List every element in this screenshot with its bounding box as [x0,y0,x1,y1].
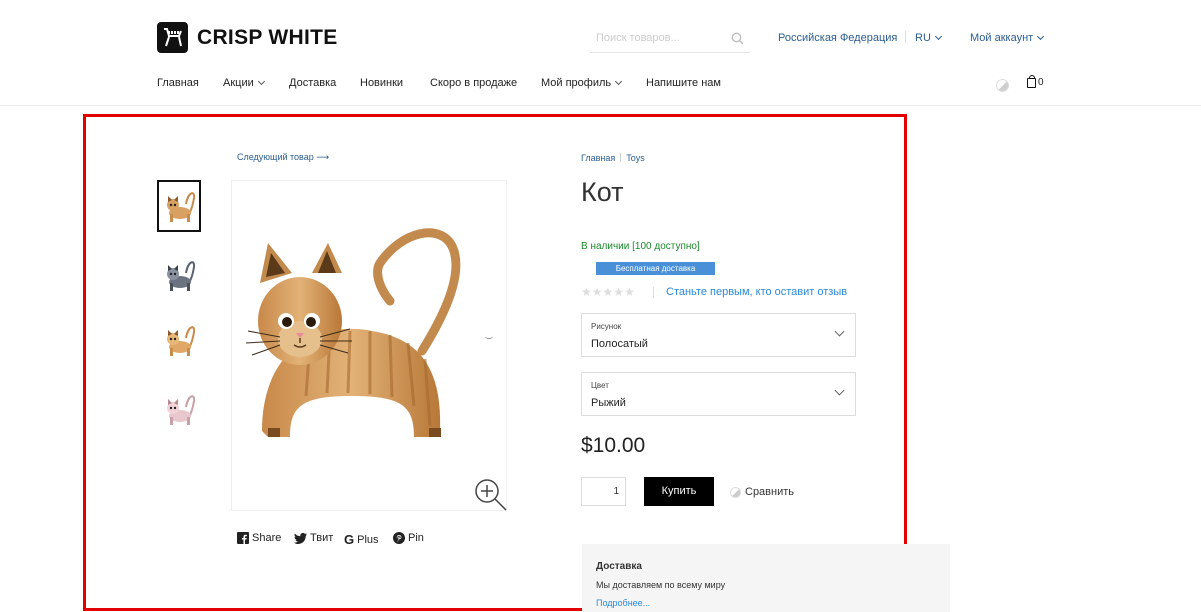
pattern-select[interactable]: Рисунок Полосатый [581,313,856,357]
thumbnail-3[interactable] [157,314,201,366]
cat-ginger-image [167,192,196,222]
cart-button[interactable]: 0 [1027,74,1044,88]
cat-illustration [245,228,461,437]
arrow-right-icon: ⟶ [316,152,330,162]
chevron-down-icon [834,326,845,337]
share-googleplus-button[interactable]: G Plus [344,532,379,547]
account-menu[interactable]: Мой аккаунт [970,32,1045,44]
select-label: Рисунок [591,322,622,331]
google-plus-icon: G [344,532,355,547]
logo[interactable]: CRISP WHITE [157,22,338,53]
nav-item-home[interactable]: Главная [157,77,199,89]
nav-label: Акции [223,77,254,89]
account-label: Мой аккаунт [970,32,1034,44]
delivery-info: Доставка Мы доставляем по всему миру Под… [582,544,950,612]
logo-icon [157,22,188,53]
cat-pink-image [167,395,196,425]
breadcrumb-category[interactable]: Toys [626,153,645,163]
divider [620,153,622,162]
pinterest-icon [393,532,405,544]
thumbnail-2[interactable] [157,249,201,301]
star-icon: ★ [613,285,625,299]
share-twitter-button[interactable]: Твит [294,532,333,544]
language-label: RU [915,32,931,44]
breadcrumb: Главная Toys [581,152,645,163]
star-icon: ★ [591,285,603,299]
region-selector[interactable]: Российская Федерация [778,32,897,44]
share-label: Plus [357,533,379,546]
compare-toggle-icon[interactable] [996,79,1009,92]
select-value: Рыжий [591,397,626,409]
nav-item-new[interactable]: Новинки [360,77,403,89]
compare-icon [730,486,741,498]
divider [653,287,654,298]
nav-item-profile[interactable]: Мой профиль [541,77,623,89]
chevron-down-icon [1037,32,1045,41]
chevron-down-icon [934,32,942,41]
thumbnail-1[interactable] [157,180,201,232]
chevron-down-icon [257,77,265,86]
share-pinterest-button[interactable]: Pin [393,532,424,544]
thumbnail-4[interactable] [157,383,201,435]
search-icon[interactable] [731,32,744,45]
share-label: Share [252,532,282,544]
next-product-label: Следующий товар [237,152,314,162]
nav-item-delivery[interactable]: Доставка [289,77,336,89]
buy-button[interactable]: Купить [644,477,714,506]
product-price: $10.00 [581,434,646,457]
star-icon: ★ [581,285,592,299]
cat-ginger-image [167,326,196,356]
compare-label: Сравнить [745,486,795,498]
star-icon: ★ [602,285,614,299]
search-box[interactable] [590,27,750,53]
nav-item-promotions[interactable]: Акции [223,77,265,89]
share-label: Твит [310,532,334,544]
language-selector[interactable]: RU [915,32,942,44]
search-input[interactable] [590,27,720,44]
breadcrumb-home[interactable]: Главная [581,153,615,163]
carousel-indicator [485,333,493,339]
star-icon: ★ [624,285,635,299]
chevron-down-icon [834,385,845,396]
cart-count: 0 [1038,77,1044,88]
delivery-heading: Доставка [596,561,642,572]
nav-item-coming-soon[interactable]: Скоро в продаже [430,77,517,89]
shopping-bag-icon [1027,74,1036,88]
free-shipping-badge: Бесплатная доставка [596,262,715,275]
color-select[interactable]: Цвет Рыжий [581,372,856,416]
compare-button[interactable]: Сравнить [730,486,794,498]
nav-item-contact[interactable]: Напишите нам [646,77,721,89]
product-title: Кот [581,177,624,207]
facebook-icon [237,532,249,544]
cat-grey-image [167,261,196,291]
share-facebook-button[interactable]: Share [237,532,281,544]
nav-label: Мой профиль [541,77,612,89]
zoom-icon[interactable] [474,478,508,512]
select-value: Полосатый [591,338,648,350]
twitter-icon [294,532,307,544]
divider [905,31,906,43]
quantity-input[interactable]: 1 [581,477,626,506]
logo-text: CRISP WHITE [197,25,338,49]
write-review-link[interactable]: Станьте первым, кто оставит отзыв [666,286,847,298]
delivery-more-link[interactable]: Подробнее... [596,598,650,608]
header-divider [0,105,1201,106]
stock-status: В наличии [100 доступно] [581,241,700,252]
share-label: Pin [408,532,424,544]
rating-stars: ★★★★★ [581,285,635,299]
product-main-image[interactable] [231,180,507,511]
next-product-link[interactable]: Следующий товар ⟶ [237,152,329,163]
select-label: Цвет [591,381,609,390]
delivery-text: Мы доставляем по всему миру [596,580,726,590]
chevron-down-icon [615,77,623,86]
